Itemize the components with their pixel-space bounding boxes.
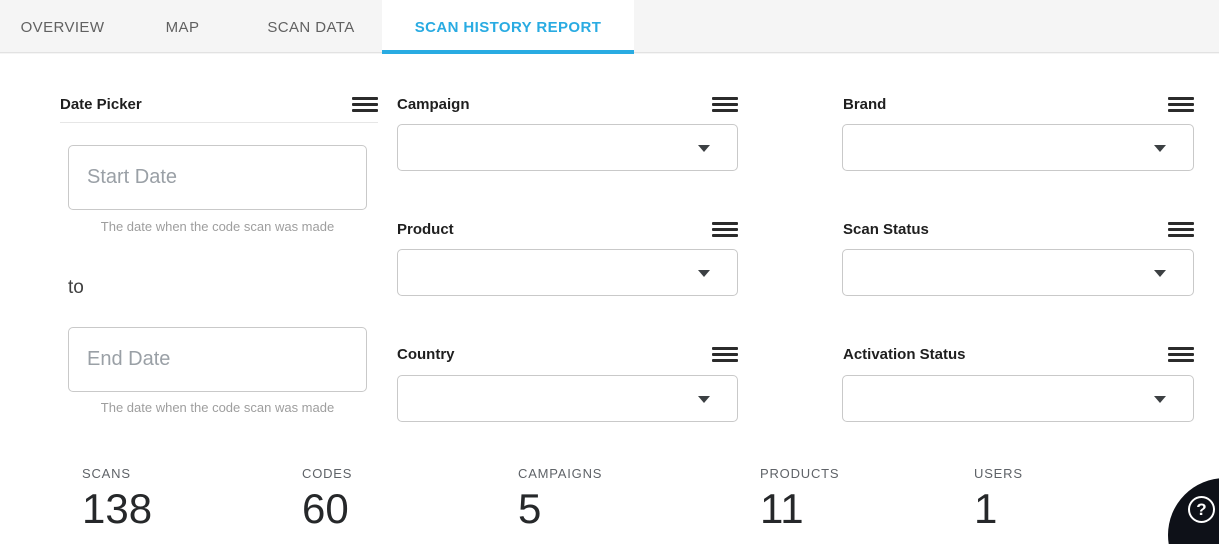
menu-icon[interactable] bbox=[712, 346, 738, 362]
stat-campaigns: CAMPAIGNS 5 bbox=[518, 466, 602, 530]
brand-header: Brand bbox=[843, 93, 1194, 115]
menu-icon[interactable] bbox=[712, 221, 738, 237]
campaign-title: Campaign bbox=[397, 95, 470, 113]
stat-scans-value: 138 bbox=[82, 485, 153, 532]
stat-users: USERS 1 bbox=[974, 466, 1023, 530]
campaign-select[interactable] bbox=[397, 124, 738, 171]
tab-scan-history-report[interactable]: SCAN HISTORY REPORT bbox=[382, 0, 634, 54]
stat-scans: SCANS 138 bbox=[82, 466, 152, 530]
date-range-separator: to bbox=[68, 277, 84, 298]
brand-title: Brand bbox=[843, 95, 887, 113]
end-date-helper: The date when the code scan was made bbox=[100, 400, 335, 415]
stat-products-value: 11 bbox=[760, 485, 804, 532]
activation-status-title: Activation Status bbox=[843, 345, 966, 363]
campaign-header: Campaign bbox=[397, 93, 738, 115]
chevron-down-icon bbox=[1154, 396, 1166, 403]
stat-products-label: PRODUCTS bbox=[760, 466, 840, 481]
start-date-input[interactable] bbox=[68, 145, 367, 210]
activation-status-header: Activation Status bbox=[843, 343, 1194, 365]
stat-users-label: USERS bbox=[974, 466, 1023, 481]
country-header: Country bbox=[397, 343, 738, 365]
tab-overview[interactable]: OVERVIEW bbox=[0, 0, 125, 54]
date-picker-title: Date Picker bbox=[60, 95, 142, 113]
help-button[interactable]: ? bbox=[1168, 478, 1219, 544]
menu-icon[interactable] bbox=[1168, 96, 1194, 112]
scan-status-select[interactable] bbox=[842, 249, 1194, 296]
date-picker-divider bbox=[60, 122, 378, 123]
brand-select[interactable] bbox=[842, 124, 1194, 171]
stat-campaigns-value: 5 bbox=[518, 485, 542, 532]
menu-icon[interactable] bbox=[1168, 221, 1194, 237]
scan-status-header: Scan Status bbox=[843, 218, 1194, 240]
stat-codes-label: CODES bbox=[302, 466, 353, 481]
country-select[interactable] bbox=[397, 375, 738, 422]
chevron-down-icon bbox=[1154, 270, 1166, 277]
activation-status-select[interactable] bbox=[842, 375, 1194, 422]
stat-users-value: 1 bbox=[974, 485, 998, 532]
chevron-down-icon bbox=[1154, 145, 1166, 152]
tab-map[interactable]: MAP bbox=[125, 0, 240, 54]
tab-bar: OVERVIEW MAP SCAN DATA SCAN HISTORY REPO… bbox=[0, 0, 1219, 54]
country-title: Country bbox=[397, 345, 455, 363]
stat-codes: CODES 60 bbox=[302, 466, 352, 530]
product-header: Product bbox=[397, 218, 738, 240]
menu-icon[interactable] bbox=[1168, 346, 1194, 362]
menu-icon[interactable] bbox=[352, 96, 378, 112]
start-date-helper: The date when the code scan was made bbox=[100, 219, 335, 234]
tab-scan-data[interactable]: SCAN DATA bbox=[240, 0, 382, 54]
scan-history-report-page: OVERVIEW MAP SCAN DATA SCAN HISTORY REPO… bbox=[0, 0, 1219, 544]
chevron-down-icon bbox=[698, 396, 710, 403]
help-icon: ? bbox=[1188, 496, 1215, 523]
menu-icon[interactable] bbox=[712, 96, 738, 112]
stat-scans-label: SCANS bbox=[82, 466, 131, 481]
product-select[interactable] bbox=[397, 249, 738, 296]
stat-campaigns-label: CAMPAIGNS bbox=[518, 466, 603, 481]
chevron-down-icon bbox=[698, 270, 710, 277]
product-title: Product bbox=[397, 220, 454, 238]
date-picker-header: Date Picker bbox=[60, 93, 378, 115]
stat-codes-value: 60 bbox=[302, 485, 349, 532]
scan-status-title: Scan Status bbox=[843, 220, 929, 238]
chevron-down-icon bbox=[698, 145, 710, 152]
stat-products: PRODUCTS 11 bbox=[760, 466, 839, 530]
end-date-input[interactable] bbox=[68, 327, 367, 392]
